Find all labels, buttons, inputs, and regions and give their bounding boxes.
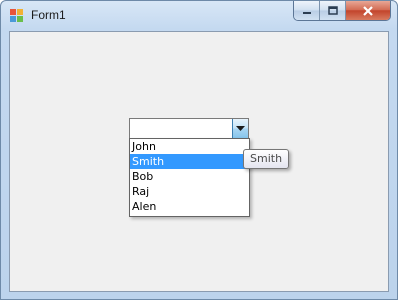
chevron-down-icon bbox=[236, 125, 245, 131]
dropdown-button[interactable] bbox=[232, 119, 248, 138]
window-controls bbox=[293, 1, 391, 21]
maximize-icon bbox=[327, 6, 338, 15]
dropdown-list: John Smith Bob Raj Alen bbox=[129, 138, 250, 217]
minimize-icon bbox=[302, 11, 311, 14]
window-title: Form1 bbox=[31, 8, 66, 22]
close-button[interactable] bbox=[346, 1, 390, 20]
list-item-bob[interactable]: Bob bbox=[130, 169, 249, 184]
item-tooltip: Smith bbox=[243, 149, 290, 169]
names-combobox[interactable] bbox=[129, 118, 249, 139]
list-item-smith[interactable]: Smith bbox=[130, 154, 249, 169]
maximize-button[interactable] bbox=[320, 1, 346, 20]
app-icon[interactable] bbox=[10, 9, 24, 23]
form-window: Form1 John Smith Bob Raj Alen Smith bbox=[0, 0, 398, 300]
list-item-raj[interactable]: Raj bbox=[130, 184, 249, 199]
list-item-john[interactable]: John bbox=[130, 139, 249, 154]
close-icon bbox=[363, 5, 373, 16]
minimize-button[interactable] bbox=[294, 1, 320, 20]
title-bar[interactable]: Form1 bbox=[1, 1, 397, 31]
list-item-alen[interactable]: Alen bbox=[130, 199, 249, 214]
